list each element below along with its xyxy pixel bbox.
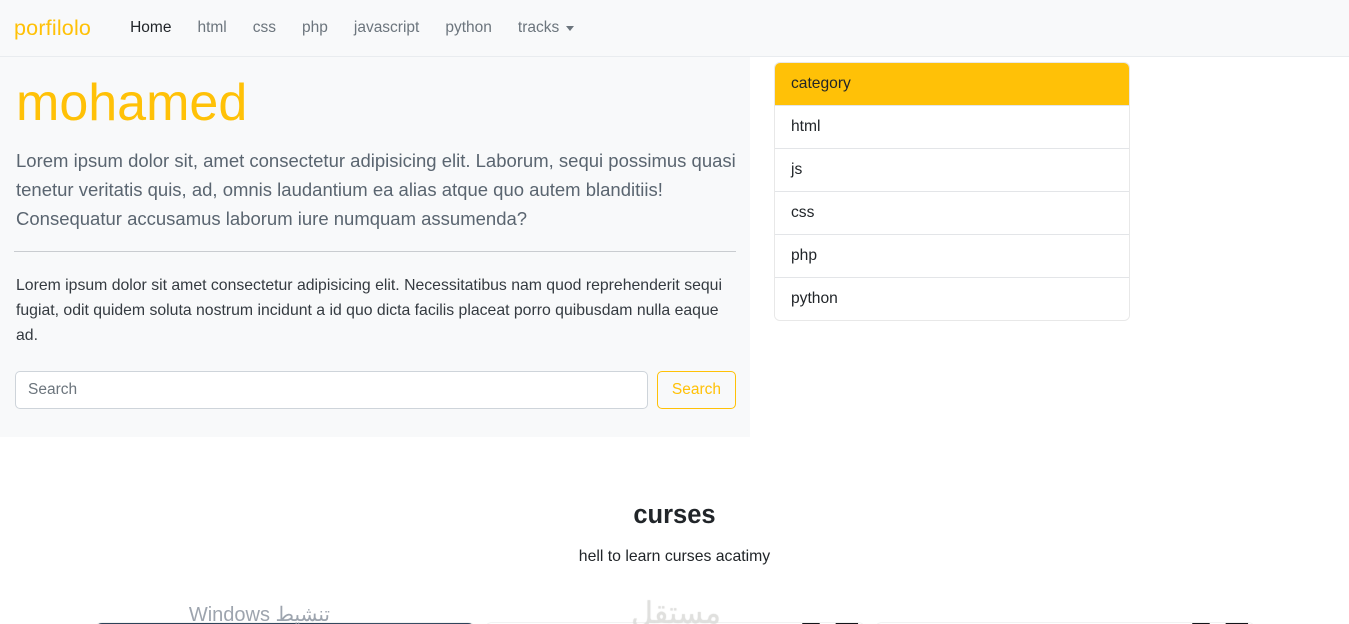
curses-subtitle: hell to learn curses acatimy <box>578 548 771 565</box>
category-item-css[interactable]: css <box>775 191 1129 234</box>
mostaql-watermark: مستقل mostaql.com <box>556 597 796 624</box>
nav-link-tracks-label: tracks <box>517 19 560 36</box>
page-title: mohamed <box>16 74 248 132</box>
category-header: category <box>775 63 1129 105</box>
navbar: porfilolo Home html css php javascript p… <box>0 0 1349 57</box>
divider <box>14 251 736 253</box>
category-item-js[interactable]: js <box>775 148 1129 191</box>
category-item-html[interactable]: html <box>775 105 1129 148</box>
nav-link-tracks-dropdown[interactable]: tracks <box>505 19 587 37</box>
nav-link-python[interactable]: python <box>432 19 505 37</box>
windows-activation-title: تنشيط Windows <box>188 604 330 624</box>
search-form: Search <box>15 371 736 410</box>
nav-links: Home html css php javascript python trac… <box>117 19 587 37</box>
curses-section: curses hell to learn curses acatimy <box>0 501 1349 566</box>
nav-link-php[interactable]: php <box>289 19 341 37</box>
hero-lead-text: Lorem ipsum dolor sit, amet consectetur … <box>16 150 736 229</box>
windows-activation-watermark: تنشيط Windows انتقل إلى الإعدادات لتنشيط… <box>0 602 330 624</box>
category-item-python[interactable]: python <box>775 277 1129 320</box>
search-input[interactable] <box>15 371 648 410</box>
category-panel: category html js css php python <box>774 62 1130 321</box>
chevron-down-icon <box>566 25 575 31</box>
category-item-php[interactable]: php <box>775 234 1129 277</box>
mostaql-watermark-arabic: مستقل <box>631 597 721 624</box>
hero-body-text: Lorem ipsum dolor sit amet consectetur a… <box>16 277 722 345</box>
nav-link-html[interactable]: html <box>184 19 239 37</box>
nav-link-home[interactable]: Home <box>117 19 184 37</box>
search-button[interactable]: Search <box>656 371 736 410</box>
curses-title: curses <box>633 501 716 529</box>
brand-logo[interactable]: porfilolo <box>14 16 91 41</box>
hero-jumbotron: mohamed Lorem ipsum dolor sit, amet cons… <box>0 57 750 438</box>
nav-link-javascript[interactable]: javascript <box>341 19 432 37</box>
nav-link-css[interactable]: css <box>240 19 289 37</box>
